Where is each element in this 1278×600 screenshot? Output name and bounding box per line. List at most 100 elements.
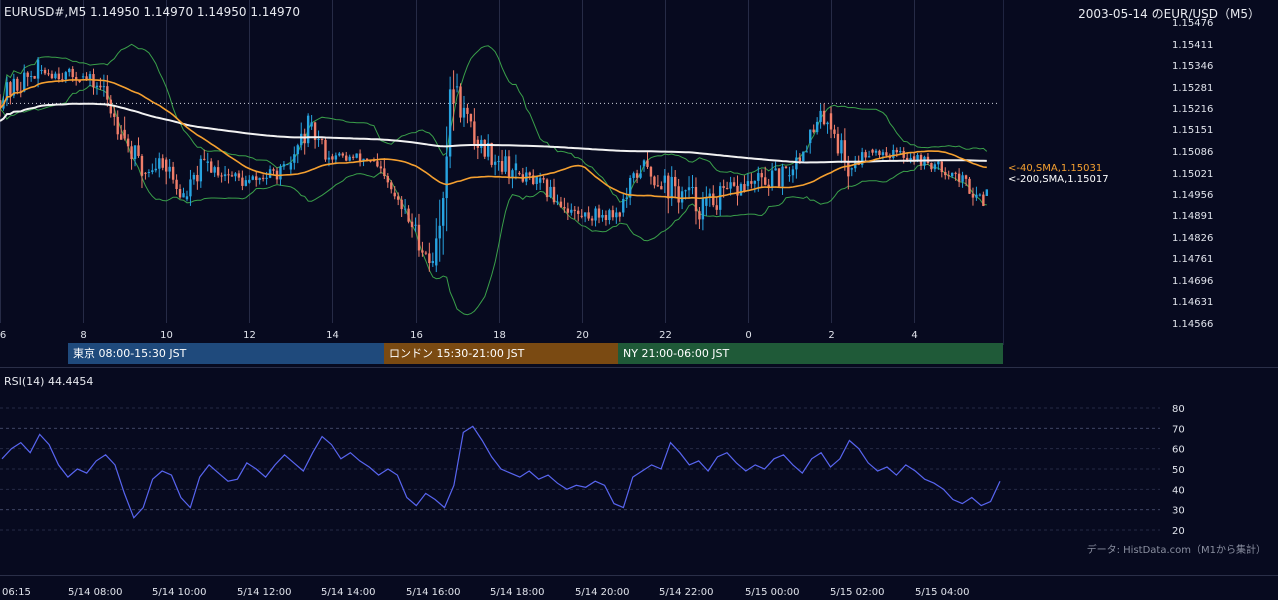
candle-bear [587, 212, 590, 219]
candle-bull [348, 156, 351, 161]
candle-bull [601, 214, 604, 218]
rsi-y-tick-label: 30 [1172, 506, 1185, 517]
candle-bear [220, 175, 223, 177]
bollinger-upper-band [0, 43, 988, 203]
candle-bear [732, 182, 736, 186]
candle-bear [130, 146, 133, 160]
x-tick-label: 18 [493, 330, 506, 341]
candle-bull [36, 59, 40, 79]
candle-bull [687, 187, 691, 191]
rsi-x-tick-label: 5/14 18:00 [490, 587, 544, 598]
candle-bear [715, 205, 718, 210]
candle-bear [518, 172, 521, 175]
candle-bear [957, 173, 961, 182]
session-bar-tokyo: 東京 08:00-15:30 JST [68, 343, 384, 364]
candle-bear [698, 211, 701, 220]
candle-bear [982, 194, 985, 206]
candle-bull [791, 169, 795, 176]
candle-bear [722, 186, 725, 188]
candle-bear [227, 174, 230, 176]
candle-bear [237, 173, 241, 178]
candle-bear [764, 177, 767, 185]
candle-bull [310, 122, 313, 127]
candle-bull [234, 173, 237, 177]
candle-bear [784, 166, 788, 168]
candle-bull [414, 224, 417, 226]
candle-bear [635, 173, 639, 178]
candle-bear [71, 68, 74, 78]
candle-bull [438, 225, 441, 239]
candle-bull [403, 208, 407, 210]
candle-bull [23, 72, 26, 92]
candle-bull [975, 194, 978, 198]
candle-bull [795, 157, 798, 170]
candle-bear [407, 208, 410, 222]
rsi-chart: 80 70 60 50 40 30 20 06:15 5/14 08:00 5/14 10:00 5… [0, 404, 1278, 598]
sma200-line [0, 102, 987, 164]
candle-bear [421, 250, 424, 253]
candle-bear [597, 208, 601, 218]
candle-bull [158, 158, 161, 169]
candle-bull [435, 238, 438, 266]
candle-bear [272, 169, 275, 171]
y-tick-label: 1.15021 [1172, 169, 1213, 180]
candle-bear [137, 145, 140, 156]
rsi-line [1, 425, 1001, 519]
candle-bear [667, 175, 670, 199]
candle-bull [937, 161, 940, 165]
candle-bull [826, 122, 829, 125]
candle-bull [151, 170, 154, 173]
candle-bear [358, 153, 362, 162]
candle-bear [331, 156, 334, 160]
candle-bull [514, 163, 518, 171]
candle-bull [442, 198, 445, 226]
candle-bear [490, 142, 493, 165]
candle-bear [140, 155, 144, 176]
candle-bear [971, 193, 975, 198]
y-tick-label: 1.15216 [1172, 104, 1213, 115]
candle-bull [933, 164, 937, 170]
candle-bear [760, 173, 763, 178]
candle-bear [126, 138, 130, 147]
candle-bear [261, 177, 265, 179]
candle-bull [809, 129, 812, 144]
candle-bear [712, 193, 715, 206]
candle-bull [286, 164, 289, 166]
rsi-x-tick-label: 5/15 02:00 [830, 587, 884, 598]
candle-bear [351, 156, 355, 158]
x-tick-label: 6 [0, 330, 6, 341]
candle-bull [265, 177, 268, 179]
candle-bull [950, 172, 954, 177]
candle-bear [968, 178, 971, 194]
candle-bear [324, 139, 327, 160]
rsi-x-tick-label: 5/14 16:00 [406, 587, 460, 598]
candle-bear [400, 199, 403, 210]
candle-bear [822, 110, 826, 125]
candle-bear [466, 107, 469, 114]
candle-bear [473, 121, 476, 144]
candle-bear [16, 78, 19, 91]
candle-bear [878, 150, 881, 156]
candle-bull [684, 190, 687, 192]
candle-bear [255, 176, 258, 181]
ohlc-readout: EURUSD#,M5 1.14950 1.14970 1.14950 1.149… [4, 5, 300, 19]
candle-bear [476, 139, 480, 148]
candle-bull [431, 261, 435, 264]
candle-bull [594, 208, 597, 221]
candle-bear [566, 208, 570, 213]
sma200-label: <-200,SMA,1.15017 [1008, 174, 1109, 185]
candle-bull [978, 194, 982, 196]
candle-bull [881, 152, 885, 156]
candle-bear [303, 133, 306, 144]
candle-bear [677, 186, 680, 203]
candle-bear [383, 168, 386, 177]
candle-bear [26, 72, 29, 77]
price-chart: 6 8 10 12 14 16 18 20 22 0 2 41.154761.154111.15346… [0, 0, 1213, 345]
candle-bull [147, 172, 151, 174]
candle-bear [895, 149, 898, 153]
candle-bear [944, 172, 947, 176]
candle-bear [573, 209, 576, 211]
candle-bull [68, 68, 71, 73]
candle-bear [829, 113, 833, 130]
candle-bear [393, 192, 396, 197]
